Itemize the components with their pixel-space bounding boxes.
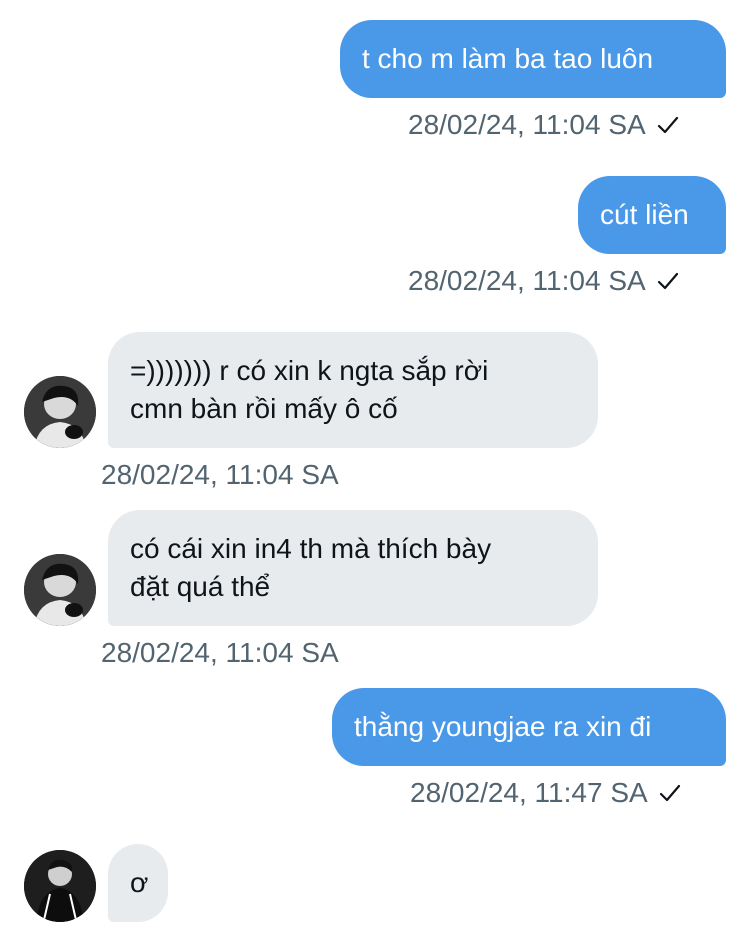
- avatar[interactable]: [24, 850, 96, 922]
- message-bubble-incoming[interactable]: =))))))) r có xin k ngta sắp rời cmn bàn…: [108, 332, 598, 448]
- message-timestamp: 28/02/24, 11:04 SA: [101, 636, 339, 670]
- timestamp-text: 28/02/24, 11:04 SA: [408, 265, 646, 296]
- message-timestamp: 28/02/24, 11:04 SA: [408, 264, 680, 298]
- message-bubble-outgoing[interactable]: thằng youngjae ra xin đi: [332, 688, 726, 766]
- timestamp-text: 28/02/24, 11:04 SA: [408, 109, 646, 140]
- message-bubble-outgoing[interactable]: cút liền: [578, 176, 726, 254]
- check-icon: [659, 784, 680, 802]
- avatar[interactable]: [24, 554, 96, 626]
- message-timestamp: 28/02/24, 11:04 SA: [408, 108, 680, 142]
- message-timestamp: 28/02/24, 11:04 SA: [101, 458, 339, 492]
- timestamp-text: 28/02/24, 11:47 SA: [410, 777, 648, 808]
- check-icon: [657, 272, 678, 290]
- message-bubble-outgoing[interactable]: t cho m làm ba tao luôn: [340, 20, 726, 98]
- avatar-icon: [24, 850, 96, 922]
- avatar-icon: [24, 376, 96, 448]
- avatar[interactable]: [24, 376, 96, 448]
- message-timestamp: 28/02/24, 11:47 SA: [410, 776, 682, 810]
- timestamp-text: 28/02/24, 11:04 SA: [101, 637, 339, 668]
- avatar-icon: [24, 554, 96, 626]
- message-bubble-incoming[interactable]: ơ: [108, 844, 168, 922]
- timestamp-text: 28/02/24, 11:04 SA: [101, 459, 339, 490]
- clipped-previous-content: [100, 0, 280, 2]
- check-icon: [657, 116, 678, 134]
- message-bubble-incoming[interactable]: có cái xin in4 th mà thích bày đặt quá t…: [108, 510, 598, 626]
